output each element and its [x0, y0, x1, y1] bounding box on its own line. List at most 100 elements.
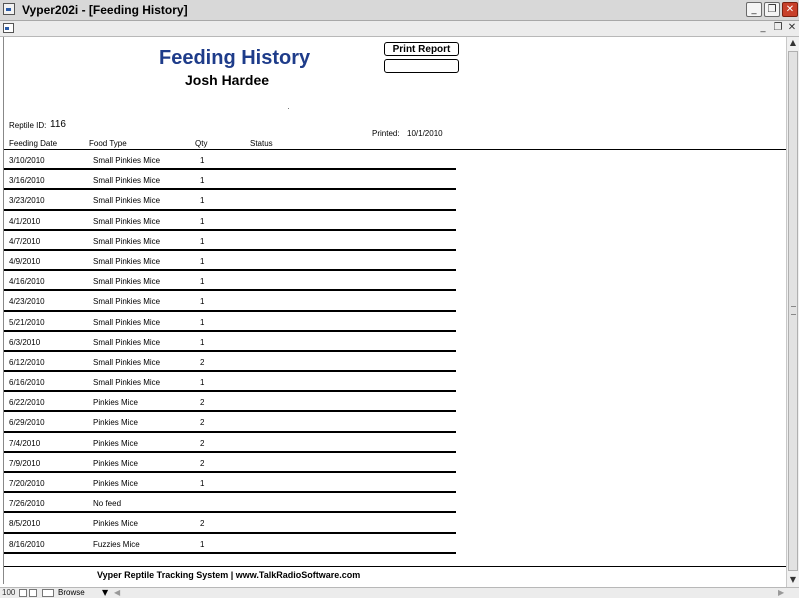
print-report-button[interactable]: Print Report — [384, 42, 459, 56]
table-row: 3/16/2010 Small Pinkies Mice 1 — [4, 170, 456, 191]
row-date: 5/21/2010 — [9, 317, 45, 327]
row-qty: 1 — [200, 256, 205, 266]
row-qty: 2 — [200, 458, 205, 468]
close-button[interactable]: ✕ — [782, 2, 798, 17]
printed-date: 10/1/2010 — [407, 129, 443, 138]
row-food: Small Pinkies Mice — [93, 317, 161, 327]
table-row: 5/21/2010 Small Pinkies Mice 1 — [4, 312, 456, 332]
blank-field[interactable] — [384, 59, 459, 73]
row-food: Pinkies Mice — [93, 418, 138, 428]
row-date: 3/16/2010 — [9, 176, 45, 186]
row-qty: 1 — [200, 236, 205, 246]
table-row: 3/10/2010 Small Pinkies Mice 1 — [4, 150, 456, 171]
row-date: 6/16/2010 — [9, 378, 45, 388]
minimize-button[interactable]: _ — [746, 2, 762, 17]
row-food: Small Pinkies Mice — [93, 378, 161, 388]
reptile-name: Josh Hardee — [185, 72, 270, 88]
table-row: 7/4/2010 Pinkies Mice 2 — [4, 433, 456, 453]
scroll-left-icon[interactable]: ◀ — [114, 588, 120, 598]
title-bar: Vyper202i - [Feeding History] _ ❐ ✕ — [0, 0, 799, 21]
row-date: 6/29/2010 — [9, 418, 45, 428]
row-date: 3/23/2010 — [9, 196, 45, 206]
divider-dot — [288, 108, 289, 109]
row-date: 7/9/2010 — [9, 458, 41, 468]
app-icon[interactable] — [3, 3, 15, 15]
report-title: Feeding History — [159, 47, 311, 69]
row-qty: 1 — [200, 378, 205, 388]
row-food: Small Pinkies Mice — [93, 196, 161, 206]
row-date: 4/16/2010 — [9, 277, 45, 287]
table-row: 6/12/2010 Small Pinkies Mice 2 — [4, 352, 456, 373]
row-qty: 1 — [200, 277, 205, 287]
row-food: Small Pinkies Mice — [93, 256, 161, 266]
zoom-in-icon[interactable] — [29, 589, 37, 597]
zoom-out-icon[interactable] — [19, 589, 27, 597]
mdi-restore-button[interactable]: ❐ — [772, 21, 784, 35]
row-food: Small Pinkies Mice — [93, 156, 161, 165]
row-food: No feed — [93, 499, 122, 509]
row-food: Pinkies Mice — [93, 519, 138, 529]
table-row: 7/26/2010 No feed — [4, 493, 456, 514]
row-food: Pinkies Mice — [93, 398, 138, 408]
mdi-minimize-button[interactable]: _ — [757, 21, 769, 35]
row-date: 4/7/2010 — [9, 236, 41, 246]
row-date: 6/12/2010 — [9, 357, 45, 367]
row-food: Pinkies Mice — [93, 479, 138, 488]
row-food: Small Pinkies Mice — [93, 236, 161, 246]
table-row: 6/16/2010 Small Pinkies Mice 1 — [4, 372, 456, 393]
row-food: Small Pinkies Mice — [93, 297, 161, 307]
row-date: 8/16/2010 — [9, 539, 45, 549]
table-row: 6/22/2010 Pinkies Mice 2 — [4, 392, 456, 413]
printed-label: Printed: — [372, 129, 400, 138]
row-food: Small Pinkies Mice — [93, 176, 161, 186]
table-row: 8/5/2010 Pinkies Mice 2 — [4, 513, 456, 534]
window-title: Vyper202i - [Feeding History] — [22, 3, 188, 17]
mode-selector[interactable]: Browse — [58, 588, 85, 598]
scroll-up-icon[interactable]: ▲ — [787, 37, 799, 49]
row-qty: 2 — [200, 418, 205, 428]
row-qty: 1 — [200, 176, 205, 186]
chevron-down-icon[interactable]: ▼ — [102, 588, 108, 598]
column-header-status: Status — [250, 139, 273, 148]
table-row: 6/3/2010 Small Pinkies Mice 1 — [4, 332, 456, 352]
mdi-close-button[interactable]: ✕ — [786, 21, 798, 35]
table-row: 6/29/2010 Pinkies Mice 2 — [4, 412, 456, 433]
table-row: 3/23/2010 Small Pinkies Mice 1 — [4, 190, 456, 211]
column-header-date: Feeding Date — [9, 139, 58, 148]
maximize-button[interactable]: ❐ — [764, 2, 780, 17]
row-date: 4/23/2010 — [9, 297, 45, 307]
row-qty: 2 — [200, 519, 205, 529]
scrollbar-thumb[interactable] — [788, 51, 798, 571]
report-area: Feeding History Josh Hardee Print Report… — [3, 37, 787, 584]
row-qty: 1 — [200, 317, 205, 327]
row-qty: 2 — [200, 398, 205, 408]
table-row: 4/7/2010 Small Pinkies Mice 1 — [4, 231, 456, 251]
footer-divider — [4, 566, 787, 567]
table-row: 7/9/2010 Pinkies Mice 2 — [4, 453, 456, 473]
scroll-down-icon[interactable]: ▼ — [787, 574, 799, 586]
row-food: Pinkies Mice — [93, 458, 138, 468]
table-row: 7/20/2010 Pinkies Mice 1 — [4, 473, 456, 494]
vertical-scrollbar[interactable]: ▲ ▼ — [786, 37, 799, 587]
row-date: 8/5/2010 — [9, 519, 41, 529]
row-date: 3/10/2010 — [9, 156, 45, 165]
status-bar: 100 Browse ▼ ◀ ▶ — [0, 587, 799, 598]
row-date: 4/1/2010 — [9, 216, 41, 226]
column-header-qty: Qty — [195, 139, 208, 148]
reptile-id-value: 116 — [50, 119, 66, 130]
grip-icon — [791, 306, 796, 315]
toggle-status-icon[interactable] — [42, 589, 54, 597]
row-qty: 1 — [200, 216, 205, 226]
document-icon[interactable] — [3, 23, 14, 33]
row-food: Pinkies Mice — [93, 438, 138, 448]
row-date: 7/26/2010 — [9, 499, 45, 509]
zoom-level[interactable]: 100 — [2, 588, 15, 598]
scroll-right-icon[interactable]: ▶ — [778, 588, 784, 598]
row-qty: 1 — [200, 539, 205, 549]
table-row: 4/1/2010 Small Pinkies Mice 1 — [4, 211, 456, 231]
row-date: 7/20/2010 — [9, 479, 45, 488]
table-row: 4/23/2010 Small Pinkies Mice 1 — [4, 291, 456, 312]
row-date: 6/3/2010 — [9, 337, 41, 347]
table-row: 4/9/2010 Small Pinkies Mice 1 — [4, 251, 456, 272]
row-qty: 1 — [200, 297, 205, 307]
